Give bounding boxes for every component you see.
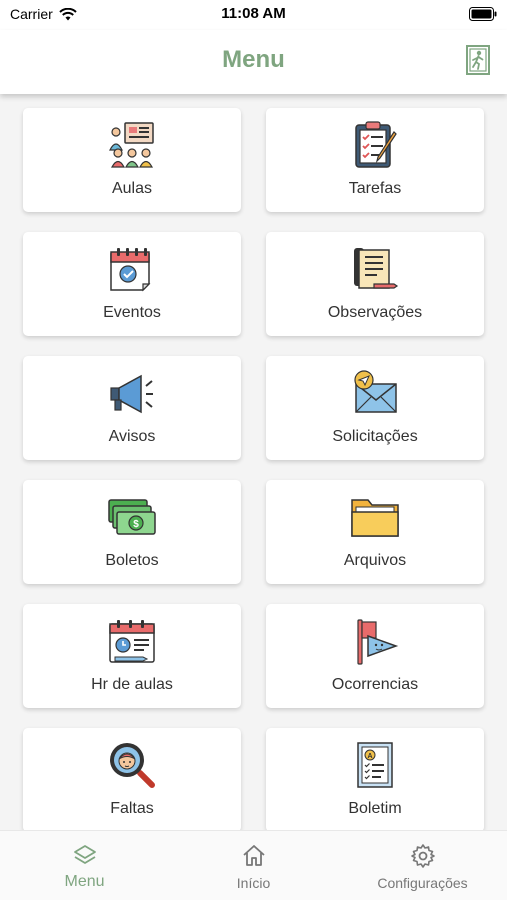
menu-item-hr-de-aulas[interactable]: Hr de aulas	[23, 604, 241, 708]
tab-menu[interactable]: Menu	[0, 831, 169, 900]
menu-item-solicitacoes[interactable]: Solicitações	[266, 356, 484, 460]
tab-label: Início	[236, 875, 271, 891]
menu-item-boletim[interactable]: A Boletim	[266, 728, 484, 830]
menu-item-aulas[interactable]: Aulas	[23, 108, 241, 212]
exit-door-icon[interactable]	[463, 44, 493, 76]
notes-scroll-icon	[354, 248, 399, 289]
envelope-send-icon	[354, 370, 397, 413]
menu-item-label: Boletos	[105, 552, 159, 569]
menu-item-boletos[interactable]: $ Boletos	[23, 480, 241, 584]
tab-label: Configurações	[377, 875, 468, 891]
tab-inicio[interactable]: Início	[169, 831, 338, 900]
menu-item-faltas[interactable]: Faltas	[23, 728, 241, 830]
menu-item-label: Aulas	[111, 180, 153, 197]
schedule-calendar-icon	[109, 620, 155, 663]
report-card-icon: A	[357, 742, 393, 788]
menu-item-observacoes[interactable]: Observações	[266, 232, 484, 336]
gear-icon	[411, 844, 435, 868]
layers-icon	[74, 845, 96, 864]
flag-icon	[357, 619, 399, 665]
classroom-icon	[109, 122, 154, 168]
svg-text:A: A	[367, 753, 372, 760]
tab-configuracoes[interactable]: Configurações	[338, 831, 507, 900]
page-title: Menu	[222, 46, 285, 73]
battery-icon	[469, 7, 497, 21]
menu-item-label: Ocorrencias	[331, 676, 419, 693]
megaphone-icon	[110, 374, 153, 414]
status-time: 11:08 AM	[221, 5, 286, 22]
tab-bar: Menu Início Configurações	[0, 830, 507, 900]
tab-label: Menu	[64, 873, 105, 890]
menu-item-label: Observações	[327, 304, 423, 321]
menu-item-eventos[interactable]: Eventos	[23, 232, 241, 336]
menu-item-avisos[interactable]: Avisos	[23, 356, 241, 460]
header: Menu	[0, 30, 507, 94]
menu-item-label: Hr de aulas	[91, 676, 173, 693]
folder-icon	[351, 499, 399, 537]
menu-item-label: Arquivos	[343, 552, 407, 569]
menu-item-label: Faltas	[110, 800, 154, 817]
menu-item-label: Boletim	[348, 800, 402, 817]
magnifier-student-icon	[110, 743, 155, 788]
menu-item-arquivos[interactable]: Arquivos	[266, 480, 484, 584]
menu-item-label: Eventos	[103, 304, 161, 321]
menu-item-label: Avisos	[108, 428, 156, 445]
menu-item-label: Solicitações	[332, 428, 418, 445]
home-icon	[243, 845, 265, 866]
clipboard-checklist-icon	[355, 121, 397, 168]
money-bills-icon: $	[108, 499, 156, 535]
status-bar: Carrier 11:08 AM	[0, 0, 507, 30]
menu-item-ocorrencias[interactable]: Ocorrencias	[266, 604, 484, 708]
menu-grid: Aulas Tarefas Eventos Observações Avisos…	[0, 94, 507, 830]
svg-text:$: $	[133, 519, 139, 530]
menu-item-label: Tarefas	[348, 180, 402, 197]
calendar-check-icon	[110, 248, 151, 292]
menu-item-tarefas[interactable]: Tarefas	[266, 108, 484, 212]
